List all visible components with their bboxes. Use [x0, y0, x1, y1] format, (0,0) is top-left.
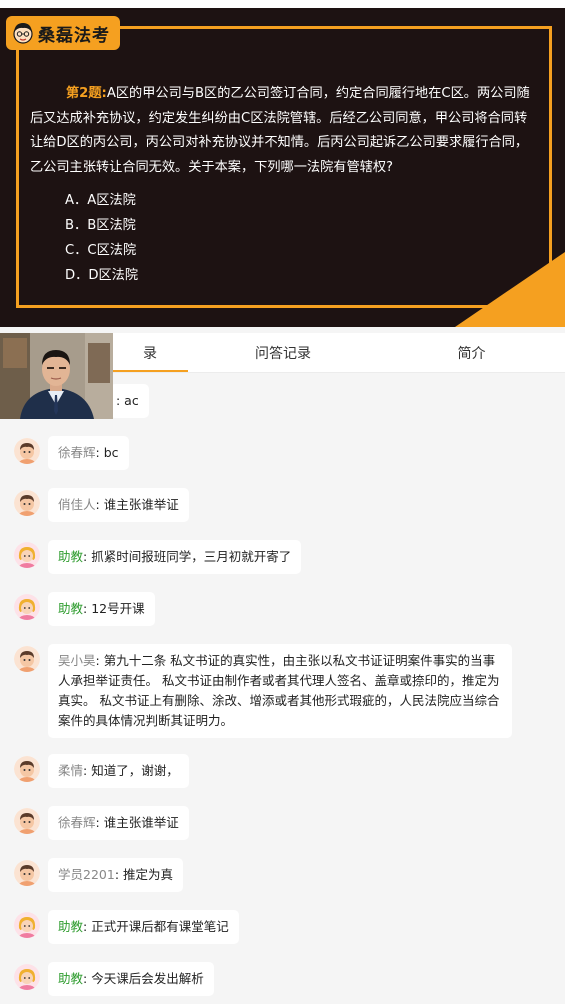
female-avatar-icon [14, 912, 40, 938]
message-text: : 第九十二条 私文书证的真实性，由主张以私文书证证明案件事实的当事人承担举证责… [58, 653, 500, 728]
chat-bubble: 徐春辉: bc [48, 436, 129, 470]
sender-name: 助教 [58, 549, 84, 564]
chat-bubble: 吴小昊: 第九十二条 私文书证的真实性，由主张以私文书证证明案件事实的当事人承担… [48, 644, 512, 738]
teacher-face-icon [13, 23, 33, 44]
message-text: : 正式开课后都有课堂笔记 [83, 919, 229, 934]
male-avatar-icon [14, 860, 40, 886]
message-text: : 抓紧时间报班同学，三月初就开寄了 [83, 549, 292, 564]
male-avatar-icon [14, 756, 40, 782]
chat-bubble: : ac [110, 384, 149, 418]
message-text: : 谁主张谁举证 [95, 815, 179, 830]
sender-name: 助教 [58, 601, 84, 616]
teacher-camera[interactable] [0, 333, 113, 419]
sender-name: 徐春辉 [58, 445, 96, 460]
sender-name: 学员2201 [58, 867, 115, 882]
answer-options: A．A区法院 B．B区法院 C．C区法院 D．D区法院 [65, 188, 138, 288]
female-avatar-icon [14, 964, 40, 990]
message-text: : 推定为真 [114, 867, 173, 882]
chat-bubble: 柔情: 知道了，谢谢， [48, 754, 189, 788]
male-avatar-icon [14, 808, 40, 834]
chat-bubble: 助教: 抓紧时间报班同学，三月初就开寄了 [48, 540, 302, 574]
chat-bubble: 助教: 今天课后会发出解析 [48, 962, 214, 996]
teacher-camera-image [0, 333, 113, 419]
brand-logo-text: 桑磊法考 [38, 25, 110, 46]
message-text: : 今天课后会发出解析 [83, 971, 204, 986]
male-avatar-icon [14, 438, 40, 464]
male-avatar-icon [14, 490, 40, 516]
female-avatar-icon [14, 594, 40, 620]
message-text: : 谁主张谁举证 [95, 497, 179, 512]
sender-name: 柔情 [58, 763, 84, 778]
male-avatar-icon [14, 646, 40, 672]
chat-bubble: 助教: 12号开课 [48, 592, 155, 626]
chat-list[interactable]: : ac 徐春辉: bc 俏佳人: 谁主张谁举证 助教: 抓紧时间报班同学，三月… [0, 374, 565, 1004]
option-b: B．B区法院 [65, 218, 136, 233]
sender-name: 助教 [58, 919, 84, 934]
sender-name: 助教 [58, 971, 84, 986]
tab-intro[interactable]: 简介 [378, 333, 565, 373]
message-text: : 知道了，谢谢， [83, 763, 179, 778]
tab-qa-record[interactable]: 问答记录 [188, 333, 378, 373]
tab-intro-label: 简介 [457, 346, 486, 362]
tab-qa-record-label: 问答记录 [255, 346, 311, 362]
option-d: D．D区法院 [65, 268, 139, 283]
question-number: 第2题: [66, 86, 107, 101]
brand-logo: 桑磊法考 [6, 16, 120, 50]
sender-name: 徐春辉 [58, 815, 96, 830]
chat-bubble: 助教: 正式开课后都有课堂笔记 [48, 910, 239, 944]
message-text: : bc [95, 445, 119, 460]
question-board: 桑磊法考 第2题:A区的甲公司与B区的乙公司签订合同，约定合同履行地在C区。两公… [0, 8, 565, 327]
sender-name: 俏佳人 [58, 497, 96, 512]
female-avatar-icon [14, 542, 40, 568]
message-text: : 12号开课 [83, 601, 145, 616]
lecture-video[interactable]: 桑磊法考 第2题:A区的甲公司与B区的乙公司签订合同，约定合同履行地在C区。两公… [0, 0, 565, 327]
option-c: C．C区法院 [65, 243, 137, 258]
board-corner-decoration [455, 252, 565, 327]
chat-bubble: 徐春辉: 谁主张谁举证 [48, 806, 189, 840]
message-text: : ac [116, 393, 139, 408]
option-a: A．A区法院 [65, 193, 136, 208]
sender-name: 吴小昊 [58, 653, 96, 668]
chat-bubble: 俏佳人: 谁主张谁举证 [48, 488, 189, 522]
question-text: 第2题:A区的甲公司与B区的乙公司签订合同，约定合同履行地在C区。两公司随后又达… [30, 82, 535, 180]
chat-bubble: 学员2201: 推定为真 [48, 858, 183, 892]
